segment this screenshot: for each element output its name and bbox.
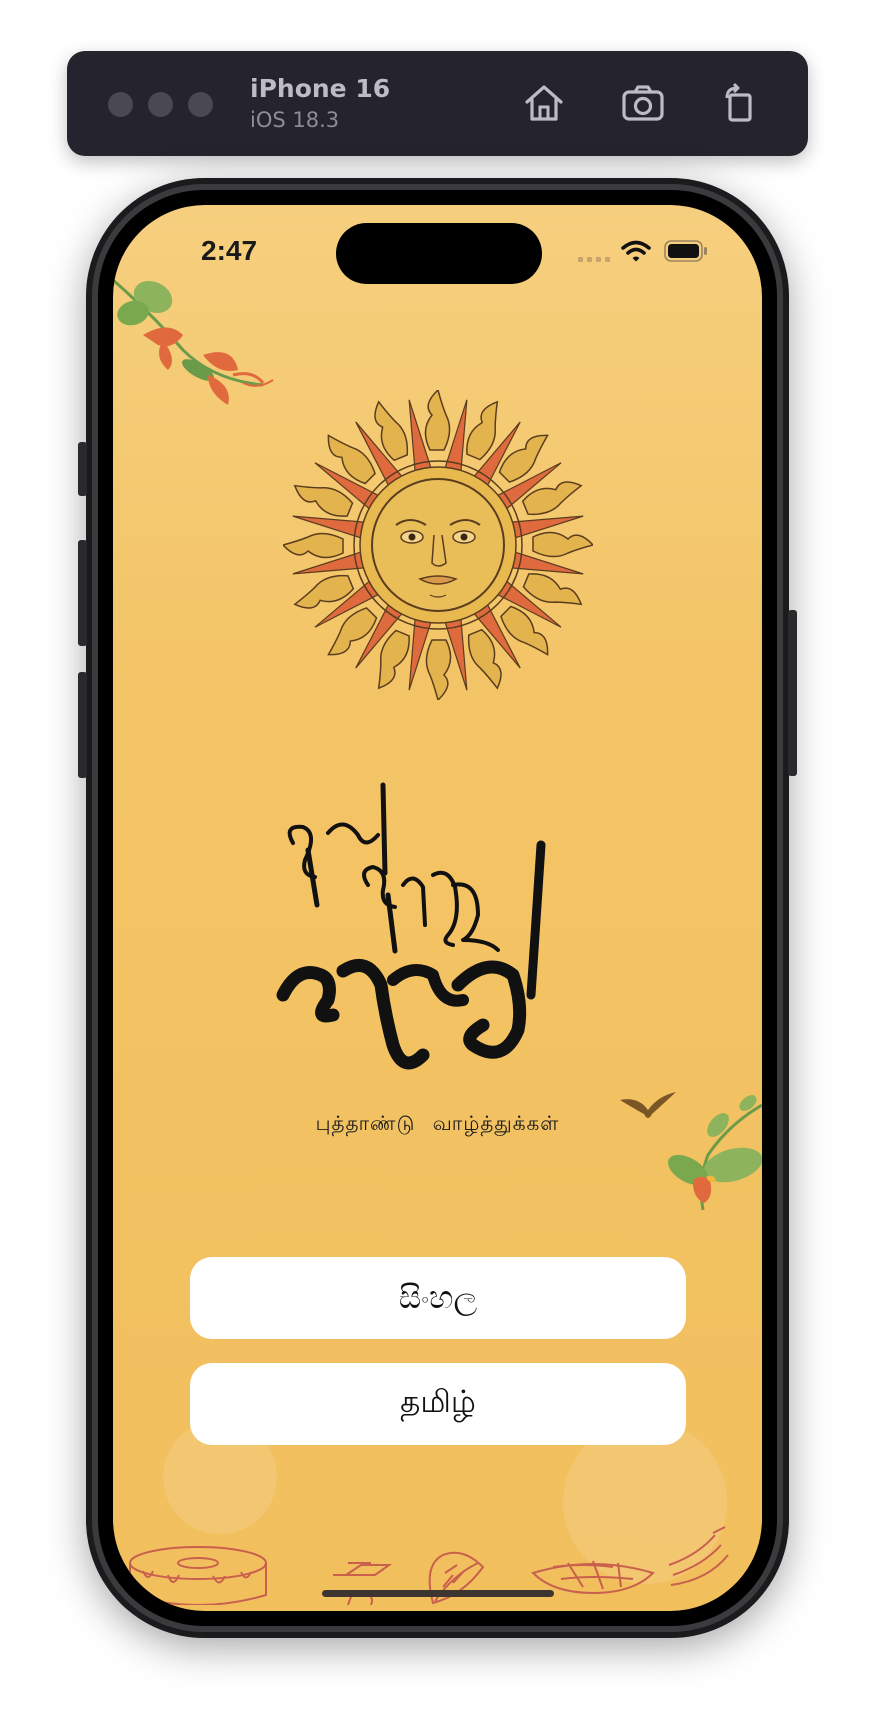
window-zoom-dot[interactable]: [188, 92, 213, 117]
home-indicator[interactable]: [322, 1590, 554, 1597]
tamil-language-button[interactable]: தமிழ்: [190, 1363, 686, 1445]
battery-icon: [664, 240, 707, 262]
simulator-device-name: iPhone 16: [250, 74, 391, 103]
screenshot-icon[interactable]: [620, 80, 666, 126]
status-time: 2:47: [201, 235, 258, 266]
rotate-icon[interactable]: [717, 80, 763, 126]
volume-down-button: [78, 672, 87, 778]
sinhala-language-button[interactable]: සිංහල: [190, 1257, 686, 1339]
simulator-os-version: iOS 18.3: [250, 108, 340, 132]
sun-illustration: [283, 390, 593, 700]
wifi-icon: [621, 240, 651, 262]
window-minimize-dot[interactable]: [148, 92, 173, 117]
home-icon[interactable]: [521, 80, 567, 126]
volume-up-button: [78, 540, 87, 646]
simulator-toolbar: [67, 51, 808, 156]
flower-branch-decoration: [113, 278, 274, 405]
cellular-icon: [578, 257, 610, 262]
action-button: [78, 442, 87, 496]
cashew-branch-decoration: [668, 1095, 762, 1211]
app-screen: 2:47 புத்தாண்டு வாழ்த்துக்கள் සිංහල தமிழ…: [113, 205, 762, 1611]
window-close-dot[interactable]: [108, 92, 133, 117]
dynamic-island: [336, 223, 542, 284]
festival-food-line-art: [129, 1526, 729, 1605]
power-button: [788, 610, 797, 776]
sinhala-calligraphy-logo: [276, 782, 546, 1070]
